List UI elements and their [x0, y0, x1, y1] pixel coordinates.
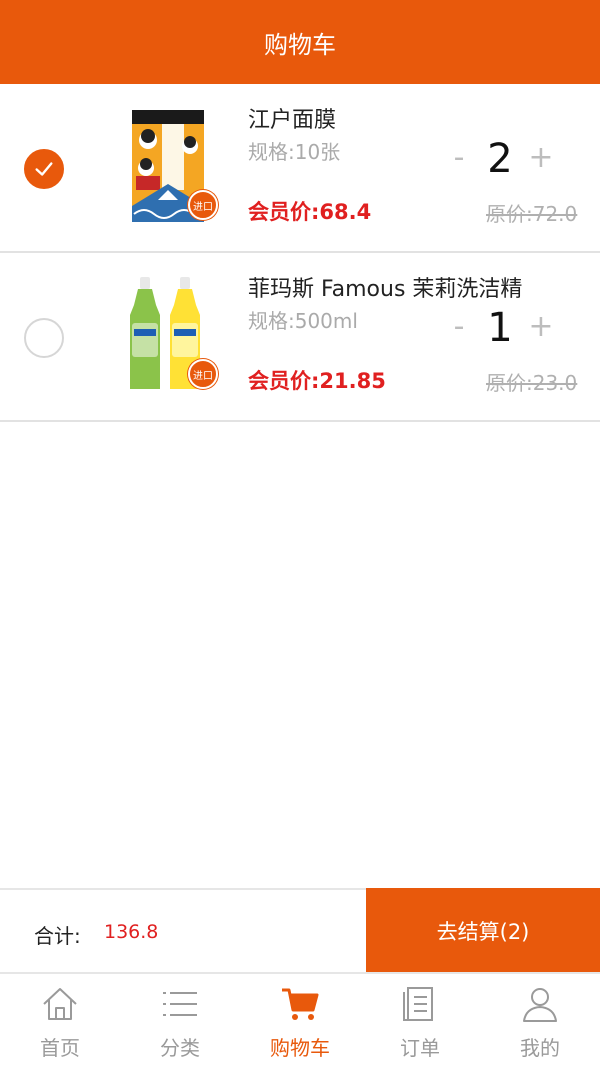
product-spec: 规格:500ml [248, 309, 358, 333]
cart-item: 进口 江户面膜 规格:10张 会员价:68.4 - 2 + 原价:72.0 [0, 84, 600, 253]
tab-label: 我的 [520, 1036, 560, 1060]
quantity-value: 1 [487, 305, 513, 351]
order-icon [400, 984, 440, 1024]
original-price: 原价:23.0 [486, 371, 578, 395]
tab-category[interactable]: 分类 [120, 974, 240, 1067]
tab-label: 订单 [400, 1036, 440, 1060]
total-label: 合计: [34, 924, 81, 948]
cart-item: 进口 菲玛斯 Famous 茉莉洗洁精 规格:500ml 会员价:21.85 -… [0, 253, 600, 422]
item-select-checkbox[interactable] [24, 149, 64, 189]
checkout-button[interactable]: 去结算(2) [366, 888, 600, 974]
cart-page: 购物车 进口 江户面膜 规格:10张 会员价:68.4 - 2 + 原价:72.… [0, 0, 600, 1067]
cart-icon [280, 984, 320, 1024]
total-amount: 136.8 [104, 921, 159, 943]
bottom-tab-bar: 首页 分类 购物车 订单 我的 [0, 972, 600, 1067]
page-title: 购物车 [264, 30, 336, 59]
product-name[interactable]: 菲玛斯 Famous 茉莉洗洁精 [248, 271, 522, 303]
list-icon [160, 984, 200, 1024]
checkout-bar: 合计: 136.8 去结算(2) [0, 888, 600, 974]
home-icon [40, 984, 80, 1024]
tab-orders[interactable]: 订单 [360, 974, 480, 1067]
quantity-value: 2 [487, 136, 513, 182]
tab-label: 分类 [160, 1036, 200, 1060]
import-badge: 进口 [188, 359, 218, 389]
quantity-decrease-button[interactable]: - [444, 140, 474, 175]
header-bar: 购物车 [0, 0, 600, 84]
original-price: 原价:72.0 [486, 202, 578, 226]
tab-home[interactable]: 首页 [0, 974, 120, 1067]
tab-profile[interactable]: 我的 [480, 974, 600, 1067]
quantity-increase-button[interactable]: + [526, 140, 556, 175]
item-select-checkbox[interactable] [24, 318, 64, 358]
cart-list: 进口 江户面膜 规格:10张 会员价:68.4 - 2 + 原价:72.0 进口… [0, 84, 600, 422]
member-price: 会员价:68.4 [248, 200, 372, 224]
member-price: 会员价:21.85 [248, 369, 386, 393]
tab-label: 首页 [40, 1036, 80, 1060]
tab-label: 购物车 [270, 1036, 330, 1060]
product-spec: 规格:10张 [248, 140, 341, 164]
product-name[interactable]: 江户面膜 [248, 102, 336, 134]
tab-cart[interactable]: 购物车 [240, 974, 360, 1067]
user-icon [520, 984, 560, 1024]
import-badge: 进口 [188, 190, 218, 220]
check-icon [35, 162, 53, 176]
quantity-increase-button[interactable]: + [526, 309, 556, 344]
quantity-decrease-button[interactable]: - [444, 309, 474, 344]
